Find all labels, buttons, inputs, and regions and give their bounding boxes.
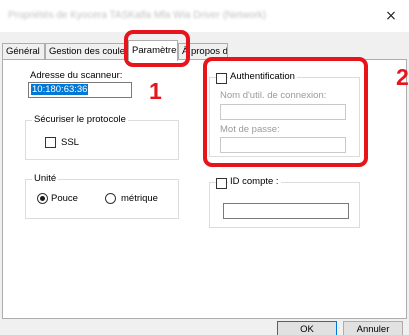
callout-box-2 [203, 57, 368, 167]
unit-metric-label: métrique [121, 193, 158, 204]
scanner-address-input[interactable]: 10:180:63:36 [28, 82, 132, 98]
ok-button[interactable]: OK [277, 321, 337, 335]
account-id-checkbox[interactable] [216, 178, 227, 189]
account-id-group: ID compte : [209, 176, 360, 228]
scanner-address-label: Adresse du scanneur: [30, 70, 123, 81]
title-bar: Propriétés de Kyocera TASKalfa Mfa Wia D… [0, 0, 409, 32]
unit-group: Unité Pouce métrique [25, 173, 179, 219]
secure-protocol-title: Sécuriser le protocole [32, 114, 128, 125]
unit-inch-radio[interactable] [37, 193, 48, 204]
callout-number-2: 2 [396, 64, 409, 90]
ssl-label: SSL [61, 137, 79, 148]
tab-settings[interactable]: Paramètres [128, 40, 178, 61]
ssl-checkbox[interactable] [45, 137, 56, 148]
properties-dialog: Propriétés de Kyocera TASKalfa Mfa Wia D… [0, 0, 409, 335]
secure-protocol-group: Sécuriser le protocole SSL [25, 114, 179, 160]
close-button[interactable]: × [377, 4, 405, 28]
account-id-label: ID compte : [228, 176, 281, 187]
tab-color-management[interactable]: Gestion des couleu [45, 43, 127, 60]
unit-title: Unité [32, 173, 59, 184]
account-id-input[interactable] [223, 203, 349, 219]
unit-inch-label: Pouce [51, 193, 78, 204]
tab-general[interactable]: Général [2, 43, 45, 60]
window-title: Propriétés de Kyocera TASKalfa Mfa Wia D… [8, 10, 267, 21]
callout-number-1: 1 [149, 78, 162, 104]
scanner-address-value: 10:180:63:36 [31, 84, 89, 95]
cancel-button[interactable]: Annuler [343, 321, 403, 335]
unit-metric-radio[interactable] [105, 193, 116, 204]
